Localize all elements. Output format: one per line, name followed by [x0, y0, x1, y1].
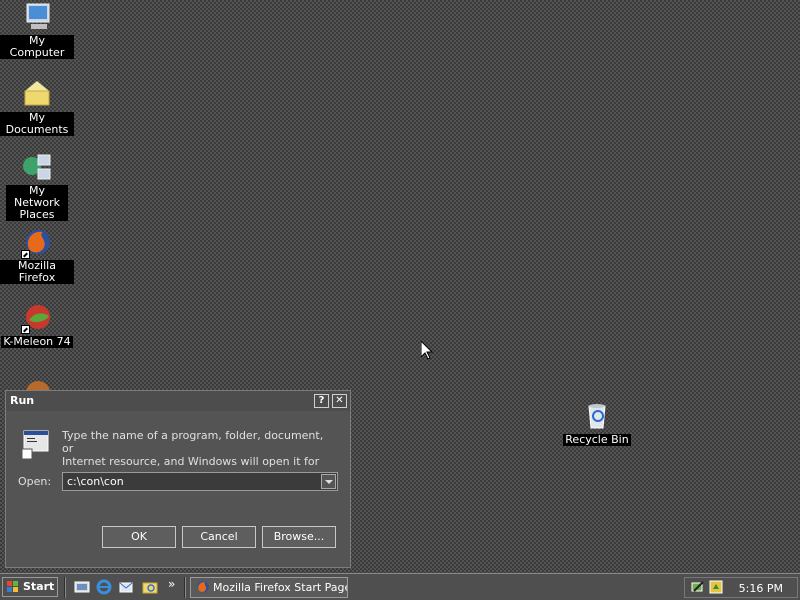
desktop-icon-label: K-Meleon 74 [1, 335, 73, 348]
desktop-icon-label: Recycle Bin [563, 433, 631, 446]
desktop-icon-label: My Network Places [6, 185, 68, 221]
firefox-icon [197, 581, 209, 593]
ok-button[interactable]: OK [102, 526, 176, 548]
internet-explorer-icon[interactable] [96, 579, 112, 595]
open-combobox[interactable] [62, 472, 338, 491]
label-line-2: Places [19, 208, 55, 221]
taskbar-separator [64, 577, 66, 598]
help-button[interactable]: ? [314, 394, 329, 408]
safely-remove-hardware-icon[interactable] [709, 580, 723, 594]
desktop-icon-label: Mozilla Firefox [0, 260, 74, 284]
open-input[interactable] [65, 474, 321, 489]
shortcut-arrow-icon [21, 325, 30, 334]
outlook-express-icon[interactable] [118, 579, 134, 595]
taskbar-button-label: Mozilla Firefox Start Page... [213, 581, 348, 594]
desktop-icon-mozilla-firefox[interactable]: Mozilla Firefox [0, 227, 74, 284]
start-label: Start [23, 580, 55, 593]
my-computer-icon [21, 2, 53, 34]
taskbar-button-firefox[interactable]: Mozilla Firefox Start Page... [190, 577, 348, 598]
desktop-icon-k-meleon[interactable]: K-Meleon 74 [0, 302, 74, 348]
k-meleon-icon [21, 302, 53, 334]
taskbar-separator [184, 577, 186, 598]
desktop-icon-label: My Documents [0, 112, 74, 136]
windows-logo-icon [7, 581, 18, 592]
chevron-down-icon[interactable] [321, 474, 336, 489]
quick-launch-more-chevron[interactable]: » [168, 577, 175, 591]
system-tray: 5:16 PM [684, 577, 798, 598]
my-network-places-icon [21, 152, 53, 184]
run-program-icon [20, 429, 52, 461]
prompt-line-1: Type the name of a program, folder, docu… [62, 429, 324, 455]
desktop-icon-my-documents[interactable]: My Documents [0, 79, 74, 136]
show-desktop-icon[interactable] [74, 579, 90, 595]
start-button[interactable]: Start [2, 577, 58, 597]
run-dialog-titlebar[interactable]: Run ? ✕ [6, 391, 350, 411]
browse-button[interactable]: Browse... [262, 526, 336, 548]
run-dialog-title: Run [10, 394, 35, 407]
network-status-icon[interactable] [691, 580, 705, 594]
run-dialog: Run ? ✕ Type the name of a program, fold… [5, 390, 351, 568]
label-line-1: My Network [14, 184, 60, 209]
taskbar: Start » Mozilla Firefox Start Page... 5:… [0, 573, 800, 600]
clock[interactable]: 5:16 PM [739, 582, 783, 595]
close-button[interactable]: ✕ [332, 394, 347, 408]
desktop-icon-my-computer[interactable]: My Computer [0, 2, 74, 59]
cancel-button[interactable]: Cancel [182, 526, 256, 548]
desktop-icon-recycle-bin[interactable]: Recycle Bin [560, 400, 634, 446]
desktop-icon-my-network-places[interactable]: My Network Places [0, 152, 74, 221]
my-documents-icon [21, 79, 53, 111]
mouse-cursor-icon [421, 341, 433, 360]
windows-explorer-icon[interactable] [142, 579, 158, 595]
recycle-bin-icon [581, 400, 613, 432]
desktop-icon-label: My Computer [0, 35, 74, 59]
shortcut-arrow-icon [21, 250, 30, 259]
firefox-icon [21, 227, 53, 259]
open-label: Open: [18, 475, 52, 488]
